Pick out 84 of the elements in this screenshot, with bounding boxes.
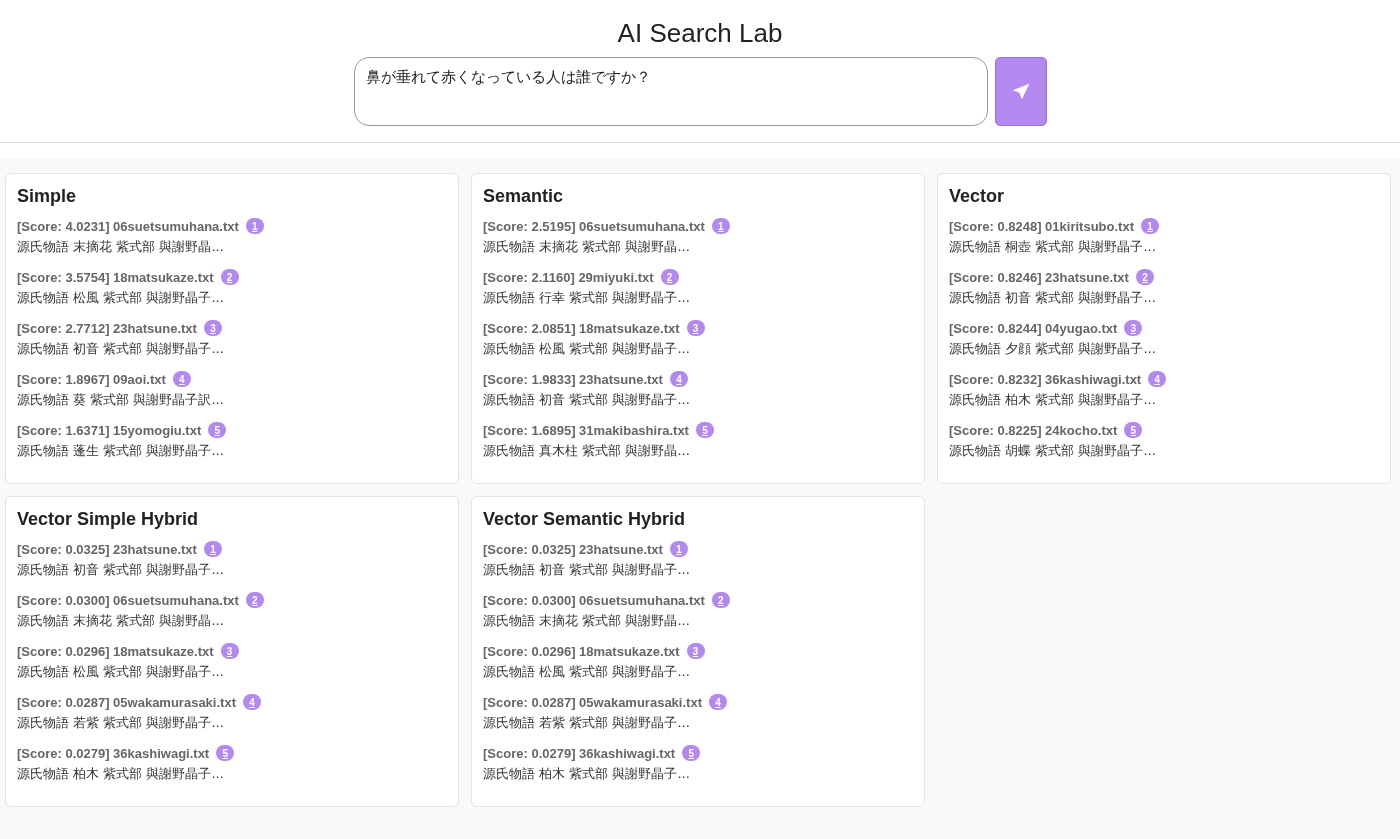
result-score: [Score: 1.8967] 09aoi.txt bbox=[17, 371, 166, 387]
rank-link[interactable]: 2 bbox=[1135, 269, 1154, 285]
send-icon bbox=[1010, 81, 1031, 102]
result-snippet: 源氏物語 末摘花 紫式部 與謝野晶... bbox=[483, 238, 691, 256]
rank-link[interactable]: 5 bbox=[1124, 422, 1143, 438]
result-snippet: 源氏物語 柏木 紫式部 與謝野晶子... bbox=[483, 765, 691, 783]
result-score: [Score: 0.0325] 23hatsune.txt bbox=[17, 541, 197, 557]
result-score: [Score: 0.0287] 05wakamurasaki.txt bbox=[483, 694, 702, 710]
result-snippet: 源氏物語 末摘花 紫式部 與謝野晶... bbox=[483, 612, 691, 630]
rank-link[interactable]: 1 bbox=[669, 541, 688, 557]
result-snippet: 源氏物語 初音 紫式部 與謝野晶子... bbox=[17, 561, 225, 579]
panel-title: Simple bbox=[17, 186, 78, 207]
result-score: [Score: 1.9833] 23hatsune.txt bbox=[483, 371, 663, 387]
rank-link[interactable]: 5 bbox=[208, 422, 227, 438]
result-snippet: 源氏物語 初音 紫式部 與謝野晶子... bbox=[17, 340, 225, 358]
result-score: [Score: 1.6895] 31makibashira.txt bbox=[483, 422, 689, 438]
result-snippet: 源氏物語 松風 紫式部 與謝野晶子... bbox=[17, 663, 225, 681]
rank-link[interactable]: 3 bbox=[1124, 320, 1143, 336]
rank-link[interactable]: 4 bbox=[669, 371, 688, 387]
result-snippet: 源氏物語 夕顔 紫式部 與謝野晶子... bbox=[949, 340, 1157, 358]
result-score: [Score: 0.0287] 05wakamurasaki.txt bbox=[17, 694, 236, 710]
rank-link[interactable]: 5 bbox=[216, 745, 235, 761]
result-score: [Score: 0.8246] 23hatsune.txt bbox=[949, 269, 1129, 285]
result-score: [Score: 4.0231] 06suetsumuhana.txt bbox=[17, 218, 239, 234]
panel-title: Vector Semantic Hybrid bbox=[483, 509, 687, 530]
result-snippet: 源氏物語 末摘花 紫式部 與謝野晶... bbox=[17, 612, 225, 630]
rank-link[interactable]: 1 bbox=[1140, 218, 1159, 234]
send-button[interactable] bbox=[994, 57, 1047, 126]
result-score: [Score: 2.1160] 29miyuki.txt bbox=[483, 269, 654, 285]
result-snippet: 源氏物語 松風 紫式部 與謝野晶子... bbox=[483, 340, 691, 358]
query-field[interactable]: 鼻が垂れて赤くなっている人は誰ですか？ bbox=[353, 57, 988, 126]
rank-link[interactable]: 2 bbox=[660, 269, 679, 285]
panel-title: Vector bbox=[949, 186, 1006, 207]
result-score: [Score: 0.0279] 36kashiwagi.txt bbox=[483, 745, 676, 761]
rank-link[interactable]: 3 bbox=[686, 643, 705, 659]
rank-link[interactable]: 5 bbox=[682, 745, 701, 761]
result-score: [Score: 0.0300] 06suetsumuhana.txt bbox=[483, 592, 705, 608]
panel-title: Vector Simple Hybrid bbox=[17, 509, 200, 530]
result-snippet: 源氏物語 若紫 紫式部 與謝野晶子... bbox=[17, 714, 225, 732]
rank-link[interactable]: 3 bbox=[220, 643, 239, 659]
result-score: [Score: 2.7712] 23hatsune.txt bbox=[17, 320, 197, 336]
result-snippet: 源氏物語 初音 紫式部 與謝野晶子... bbox=[949, 289, 1157, 307]
result-snippet: 源氏物語 胡蝶 紫式部 與謝野晶子... bbox=[949, 442, 1157, 460]
app-title: AI Search Lab bbox=[617, 18, 783, 49]
result-score: [Score: 0.8232] 36kashiwagi.txt bbox=[949, 371, 1142, 387]
rank-link[interactable]: 1 bbox=[245, 218, 264, 234]
result-score: [Score: 0.0279] 36kashiwagi.txt bbox=[17, 745, 210, 761]
result-score: [Score: 3.5754] 18matsukaze.txt bbox=[17, 269, 214, 285]
result-snippet: 源氏物語 蓬生 紫式部 與謝野晶子... bbox=[17, 442, 225, 460]
panel-title: Semantic bbox=[483, 186, 565, 207]
result-score: [Score: 2.0851] 18matsukaze.txt bbox=[483, 320, 680, 336]
result-snippet: 源氏物語 真木柱 紫式部 與謝野晶... bbox=[483, 442, 691, 460]
result-score: [Score: 0.8244] 04yugao.txt bbox=[949, 320, 1118, 336]
result-snippet: 源氏物語 柏木 紫式部 與謝野晶子... bbox=[17, 765, 225, 783]
result-snippet: 源氏物語 初音 紫式部 與謝野晶子... bbox=[483, 561, 691, 579]
rank-link[interactable]: 1 bbox=[711, 218, 730, 234]
result-score: [Score: 0.0300] 06suetsumuhana.txt bbox=[17, 592, 239, 608]
rank-link[interactable]: 4 bbox=[242, 694, 261, 710]
rank-link[interactable]: 4 bbox=[1148, 371, 1167, 387]
rank-link[interactable]: 2 bbox=[711, 592, 730, 608]
result-score: [Score: 0.8225] 24kocho.txt bbox=[949, 422, 1118, 438]
result-snippet: 源氏物語 葵 紫式部 與謝野晶子訳... bbox=[17, 391, 225, 409]
result-snippet: 源氏物語 桐壺 紫式部 與謝野晶子... bbox=[949, 238, 1157, 256]
rank-link[interactable]: 1 bbox=[203, 541, 222, 557]
result-snippet: 源氏物語 松風 紫式部 與謝野晶子... bbox=[483, 663, 691, 681]
result-score: [Score: 2.5195] 06suetsumuhana.txt bbox=[483, 218, 705, 234]
rank-link[interactable]: 2 bbox=[220, 269, 239, 285]
result-snippet: 源氏物語 行幸 紫式部 與謝野晶子... bbox=[483, 289, 691, 307]
result-score: [Score: 0.0325] 23hatsune.txt bbox=[483, 541, 663, 557]
rank-link[interactable]: 2 bbox=[245, 592, 264, 608]
result-score: [Score: 0.8248] 01kiritsubo.txt bbox=[949, 218, 1134, 234]
rank-link[interactable]: 3 bbox=[686, 320, 705, 336]
result-score: [Score: 0.0296] 18matsukaze.txt bbox=[483, 643, 680, 659]
result-snippet: 源氏物語 柏木 紫式部 與謝野晶子... bbox=[949, 391, 1157, 409]
rank-link[interactable]: 4 bbox=[708, 694, 727, 710]
rank-link[interactable]: 3 bbox=[203, 320, 222, 336]
result-snippet: 源氏物語 末摘花 紫式部 與謝野晶... bbox=[17, 238, 225, 256]
result-score: [Score: 0.0296] 18matsukaze.txt bbox=[17, 643, 214, 659]
result-score: [Score: 1.6371] 15yomogiu.txt bbox=[17, 422, 202, 438]
rank-link[interactable]: 4 bbox=[172, 371, 191, 387]
result-snippet: 源氏物語 松風 紫式部 與謝野晶子... bbox=[17, 289, 225, 307]
result-snippet: 源氏物語 初音 紫式部 與謝野晶子... bbox=[483, 391, 691, 409]
result-snippet: 源氏物語 若紫 紫式部 與謝野晶子... bbox=[483, 714, 691, 732]
rank-link[interactable]: 5 bbox=[695, 422, 714, 438]
